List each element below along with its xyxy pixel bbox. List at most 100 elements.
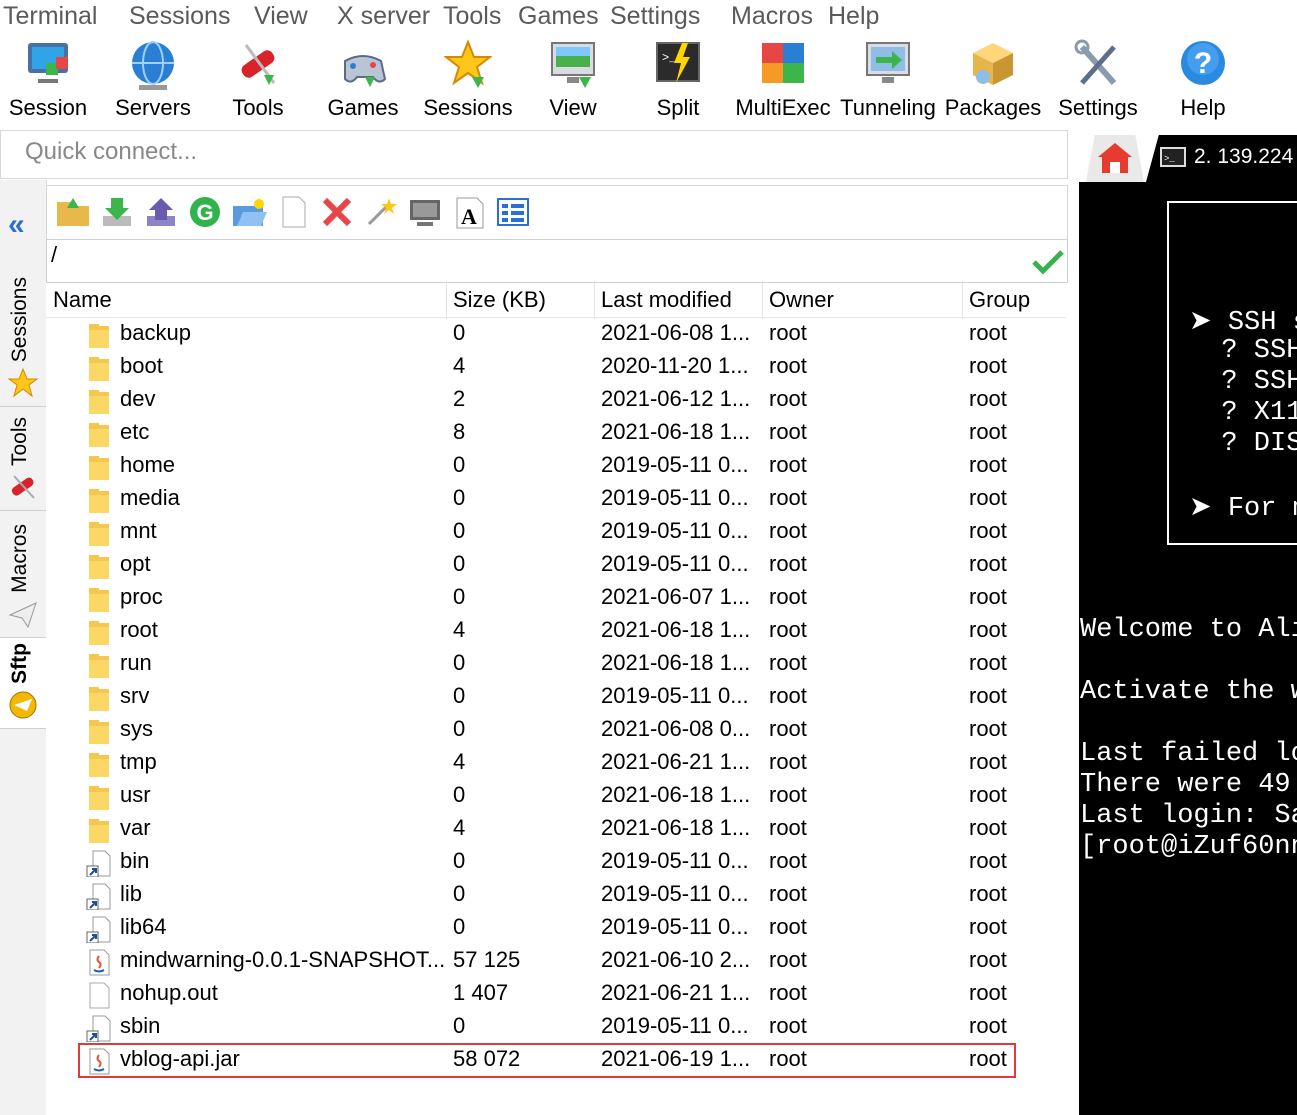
text-font-icon[interactable]: A <box>451 194 487 230</box>
col-header-size[interactable]: Size (KB) <box>453 287 546 313</box>
table-row[interactable]: opt 0 2019-05-11 0... root root <box>46 549 1066 582</box>
sftp-path-input[interactable]: / <box>51 242 57 268</box>
menu-settings[interactable]: Settings <box>610 2 700 31</box>
terminal-icon[interactable] <box>407 194 443 230</box>
menu-tools[interactable]: Tools <box>443 2 501 31</box>
menu-x-server[interactable]: X server <box>337 2 430 31</box>
col-divider[interactable] <box>962 281 963 319</box>
tab-tools[interactable]: Tools <box>0 407 46 511</box>
tunneling-button[interactable]: Tunneling <box>836 35 940 127</box>
table-row[interactable]: nohup.out 1 407 2021-06-21 1... root root <box>46 978 1066 1011</box>
file-size: 57 125 <box>453 947 521 972</box>
table-row[interactable]: lib64 0 2019-05-11 0... root root <box>46 912 1066 945</box>
download-icon[interactable] <box>99 194 135 230</box>
col-header-owner[interactable]: Owner <box>769 287 834 313</box>
table-row[interactable]: bin 0 2019-05-11 0... root root <box>46 846 1066 879</box>
packages-button[interactable]: Packages <box>941 35 1045 127</box>
games-label: Games <box>327 95 399 120</box>
tab-sftp[interactable]: Sftp <box>0 638 46 729</box>
view-details-icon[interactable] <box>495 194 531 230</box>
file-modified: 2021-06-18 1... <box>601 650 751 675</box>
file-modified: 2019-05-11 0... <box>601 914 749 939</box>
help-button[interactable]: ? Help <box>1151 35 1255 127</box>
file-owner: root <box>769 815 807 840</box>
folder-icon <box>89 753 109 777</box>
view-button[interactable]: View <box>521 35 625 127</box>
split-button[interactable]: >_ Split <box>626 35 730 127</box>
home-tab[interactable] <box>1086 135 1144 182</box>
tab-sessions[interactable]: Sessions <box>0 260 46 407</box>
menu-games[interactable]: Games <box>518 2 599 31</box>
delete-icon[interactable] <box>319 194 355 230</box>
file-modified: 2019-05-11 0... <box>601 452 749 477</box>
sessions-button[interactable]: Sessions <box>416 35 520 127</box>
settings-button[interactable]: Settings <box>1046 35 1150 127</box>
multiexec-button[interactable]: MultiExec <box>731 35 835 127</box>
table-row[interactable]: backup 0 2021-06-08 1... root root <box>46 318 1066 351</box>
parent-folder-icon[interactable] <box>55 194 91 230</box>
table-row[interactable]: sys 0 2021-06-08 0... root root <box>46 714 1066 747</box>
table-row[interactable]: dev 2 2021-06-12 1... root root <box>46 384 1066 417</box>
terminal-view[interactable]: ➤ SSH s ? SSH ? SSH ? X11 ? DIS ➤ For m … <box>1079 182 1297 1115</box>
col-divider[interactable] <box>594 281 595 319</box>
table-row[interactable]: proc 0 2021-06-07 1... root root <box>46 582 1066 615</box>
table-row[interactable]: usr 0 2021-06-18 1... root root <box>46 780 1066 813</box>
new-file-icon[interactable] <box>275 194 311 230</box>
upload-icon[interactable] <box>143 194 179 230</box>
menu-terminal[interactable]: Terminal <box>3 2 97 31</box>
col-divider[interactable] <box>446 281 447 319</box>
refresh-icon[interactable]: G <box>187 194 223 230</box>
settings-label: Settings <box>1058 95 1138 120</box>
ssh-session-tab[interactable]: >_ 2. 139.224 <box>1146 135 1297 182</box>
games-button[interactable]: Games <box>311 35 415 127</box>
file-modified: 2021-06-08 1... <box>601 320 751 345</box>
table-row[interactable]: mindwarning-0.0.1-SNAPSHOT... 57 125 2021-… <box>46 945 1066 978</box>
table-row[interactable]: srv 0 2019-05-11 0... root root <box>46 681 1066 714</box>
servers-button[interactable]: Servers <box>101 35 205 127</box>
file-size: 4 <box>453 617 466 642</box>
file-modified: 2021-06-21 1... <box>601 749 751 774</box>
svg-text:A: A <box>461 204 477 229</box>
file-size: 2 <box>453 386 466 411</box>
quick-connect-input[interactable] <box>23 137 1027 167</box>
magic-wand-icon[interactable] <box>363 194 399 230</box>
tools-label: Tools <box>232 95 284 120</box>
table-row[interactable]: root 4 2021-06-18 1... root root <box>46 615 1066 648</box>
col-header-name[interactable]: Name <box>53 287 112 313</box>
file-size: 0 <box>453 518 466 543</box>
folder-icon <box>89 621 109 645</box>
open-folder-icon[interactable] <box>231 194 267 230</box>
menu-macros[interactable]: Macros <box>731 2 813 31</box>
table-row[interactable]: vblog-api.jar 58 072 2021-06-19 1... root ro… <box>78 1043 1016 1078</box>
checkmark-icon[interactable] <box>1031 248 1065 276</box>
collapse-chevron-icon[interactable]: « <box>8 208 25 242</box>
file-group: root <box>969 452 1007 477</box>
session-button[interactable]: Session <box>0 35 100 127</box>
col-divider[interactable] <box>762 281 763 319</box>
table-row[interactable]: sbin 0 2019-05-11 0... root root <box>46 1011 1066 1044</box>
table-row[interactable]: mnt 0 2019-05-11 0... root root <box>46 516 1066 549</box>
table-row[interactable]: var 4 2021-06-18 1... root root <box>46 813 1066 846</box>
ssh-tab-label: 2. 139.224 <box>1194 145 1294 168</box>
table-row[interactable]: etc 8 2021-06-18 1... root root <box>46 417 1066 450</box>
left-tab-strip: « Sessions Tools Macros Sftp <box>0 180 47 1115</box>
table-row[interactable]: media 0 2019-05-11 0... root root <box>46 483 1066 516</box>
tab-macros[interactable]: Macros <box>0 511 46 638</box>
terminal-line: Welcome to Ali <box>1080 615 1297 645</box>
menu-help[interactable]: Help <box>828 2 879 31</box>
file-name: etc <box>120 419 150 444</box>
col-header-group[interactable]: Group <box>969 287 1030 313</box>
table-row[interactable]: run 0 2021-06-18 1... root root <box>46 648 1066 681</box>
table-row[interactable]: boot 4 2020-11-20 1... root root <box>46 351 1066 384</box>
tools-button[interactable]: Tools <box>206 35 310 127</box>
table-row[interactable]: lib 0 2019-05-11 0... root root <box>46 879 1066 912</box>
file-modified: 2019-05-11 0... <box>601 485 749 510</box>
file-name: tmp <box>120 749 157 774</box>
svg-text:>_: >_ <box>1164 154 1175 164</box>
table-row[interactable]: home 0 2019-05-11 0... root root <box>46 450 1066 483</box>
menu-sessions[interactable]: Sessions <box>129 2 230 31</box>
col-header-modified[interactable]: Last modified <box>601 287 732 313</box>
sftp-path-bar[interactable]: / <box>46 239 1068 283</box>
menu-view[interactable]: View <box>254 2 308 31</box>
table-row[interactable]: tmp 4 2021-06-21 1... root root <box>46 747 1066 780</box>
